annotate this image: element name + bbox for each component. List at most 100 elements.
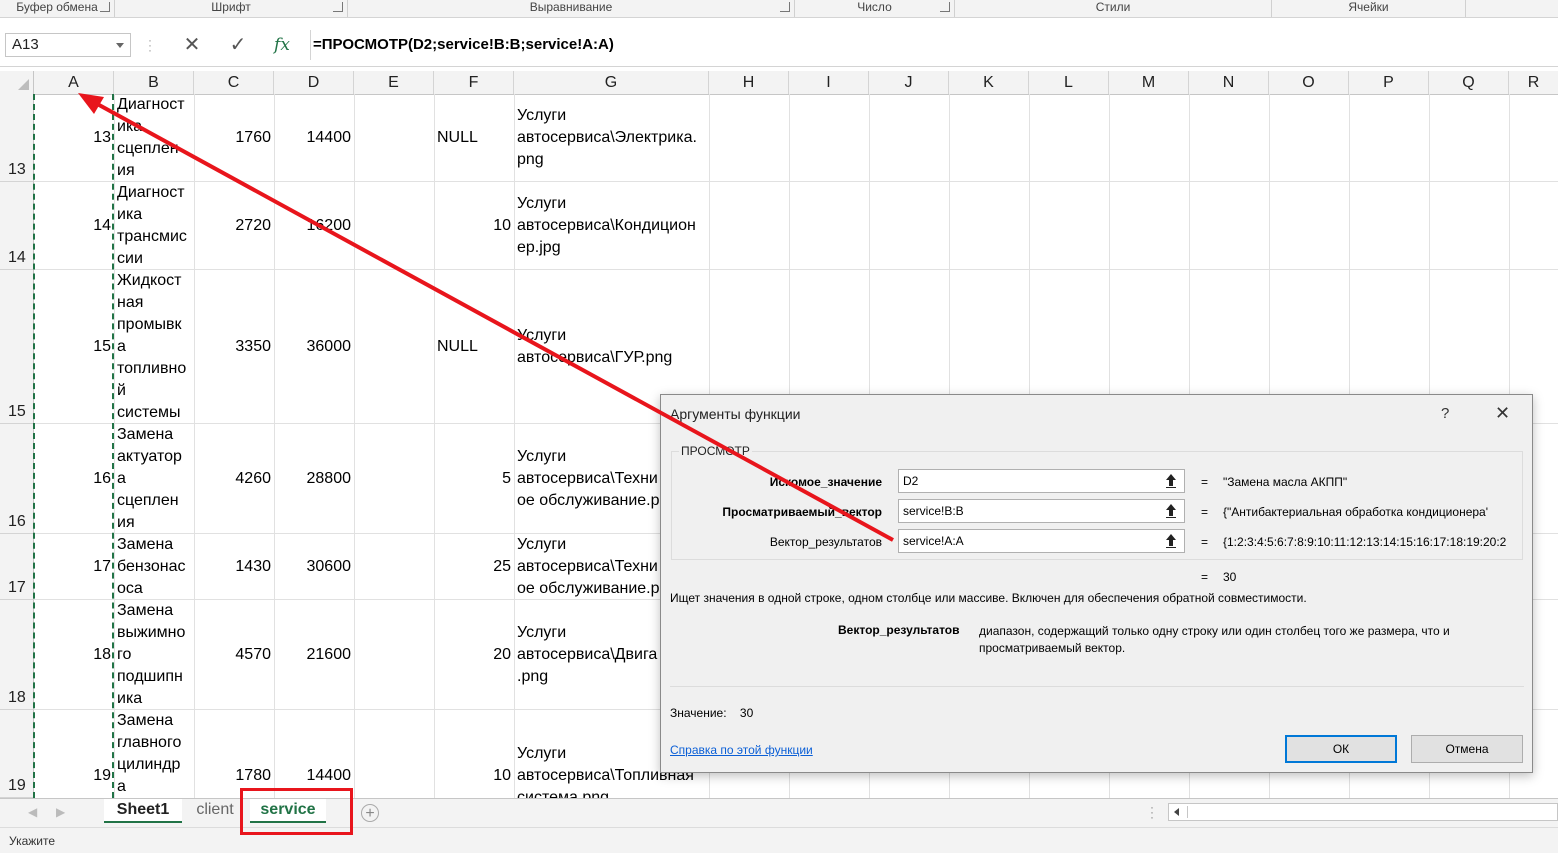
column-header[interactable]: D — [274, 71, 354, 94]
column-header[interactable]: K — [949, 71, 1029, 94]
close-icon[interactable]: ✕ — [1495, 403, 1510, 424]
tab-sheet1[interactable]: Sheet1 — [104, 799, 182, 823]
column-header[interactable]: E — [354, 71, 434, 94]
cell-c15[interactable]: 3350 — [194, 336, 274, 358]
cell-a18[interactable]: 18 — [34, 644, 114, 666]
row-header[interactable]: 19 — [0, 710, 34, 798]
column-header[interactable]: I — [789, 71, 869, 94]
cell-a13[interactable]: 13 — [34, 127, 114, 149]
column-header[interactable]: L — [1029, 71, 1109, 94]
cell-g15[interactable]: Услуги автосервиса\ГУР.png — [514, 325, 709, 369]
cell-c18[interactable]: 4570 — [194, 644, 274, 666]
ok-button[interactable]: ОК — [1285, 735, 1397, 763]
column-header[interactable]: A — [34, 71, 114, 94]
cell-g18[interactable]: Услуги автосервиса\Двига .png — [514, 622, 660, 688]
horizontal-scrollbar[interactable] — [1168, 803, 1558, 821]
row-header[interactable]: 18 — [0, 600, 34, 710]
cell-g16[interactable]: Услуги автосервиса\Техни ое обслуживание… — [514, 446, 660, 512]
column-header[interactable]: C — [194, 71, 274, 94]
select-all-button[interactable] — [0, 71, 34, 94]
arg-input-lookup-value[interactable]: D2 — [898, 469, 1174, 493]
row-header[interactable]: 13 — [0, 94, 34, 182]
column-header[interactable]: Q — [1429, 71, 1509, 94]
cell-b19[interactable]: Замена главного цилиндр а — [114, 710, 194, 798]
cell-b14[interactable]: Диагност ика трансмис сии — [114, 182, 194, 270]
dialog-launcher-icon[interactable] — [333, 2, 343, 12]
cell-a16[interactable]: 16 — [34, 468, 114, 490]
ref-collapse-button[interactable] — [1158, 529, 1185, 553]
cell-f14[interactable]: 10 — [434, 215, 514, 237]
tab-scroll-left-icon[interactable]: ◀ — [28, 805, 37, 819]
cell-b18[interactable]: Замена выжимно го подшипн ика — [114, 600, 194, 710]
dialog-launcher-icon[interactable] — [940, 2, 950, 12]
collapse-arrow-icon — [1166, 474, 1176, 488]
cell-f17[interactable]: 25 — [434, 556, 514, 578]
cell-f13[interactable]: NULL — [434, 127, 514, 149]
formula-input[interactable]: =ПРОСМОТР(D2;service!B:B;service!A:A) — [310, 30, 1558, 60]
cell-c17[interactable]: 1430 — [194, 556, 274, 578]
cell-d17[interactable]: 30600 — [274, 556, 354, 578]
column-header[interactable]: B — [114, 71, 194, 94]
grid-line — [34, 269, 1558, 270]
cell-f19[interactable]: 10 — [434, 765, 514, 787]
cancel-icon[interactable]: ✕ — [178, 32, 206, 58]
cell-b15[interactable]: Жидкост ная промывк а топливно й системы — [114, 270, 194, 424]
ref-collapse-button[interactable] — [1158, 469, 1185, 493]
cell-b13[interactable]: Диагност ика сцеплен ия — [114, 94, 194, 182]
cell-d13[interactable]: 14400 — [274, 127, 354, 149]
help-icon[interactable]: ? — [1441, 405, 1449, 422]
drag-handle-icon[interactable]: · · · — [148, 34, 152, 56]
cell-c14[interactable]: 2720 — [194, 215, 274, 237]
cell-c16[interactable]: 4260 — [194, 468, 274, 490]
column-header[interactable]: J — [869, 71, 949, 94]
cell-b16[interactable]: Замена актуатор а сцеплен ия — [114, 424, 194, 534]
help-link[interactable]: Справка по этой функции — [670, 743, 813, 757]
chevron-down-icon[interactable] — [116, 43, 124, 48]
cell-d18[interactable]: 21600 — [274, 644, 354, 666]
column-header[interactable]: R — [1509, 71, 1558, 94]
cell-a14[interactable]: 14 — [34, 215, 114, 237]
cell-b17[interactable]: Замена бензонас оса — [114, 534, 194, 600]
cancel-button[interactable]: Отмена — [1411, 735, 1523, 763]
enter-icon[interactable]: ✓ — [224, 32, 252, 58]
cell-d16[interactable]: 28800 — [274, 468, 354, 490]
column-header[interactable]: N — [1189, 71, 1269, 94]
cell-d15[interactable]: 36000 — [274, 336, 354, 358]
row-header[interactable]: 14 — [0, 182, 34, 270]
row-header[interactable]: 15 — [0, 270, 34, 424]
cell-c13[interactable]: 1760 — [194, 127, 274, 149]
column-header[interactable]: O — [1269, 71, 1349, 94]
cell-d14[interactable]: 16200 — [274, 215, 354, 237]
drag-handle-icon[interactable]: · · · — [1150, 801, 1154, 823]
arg-input-result-vector[interactable]: service!A:A — [898, 529, 1174, 553]
arg-input-lookup-vector[interactable]: service!B:B — [898, 499, 1174, 523]
ref-collapse-button[interactable] — [1158, 499, 1185, 523]
cell-g14[interactable]: Услуги автосервиса\Кондицион ер.jpg — [514, 193, 709, 259]
cell-f15[interactable]: NULL — [434, 336, 514, 358]
scroll-left-icon[interactable] — [1174, 808, 1179, 816]
cell-a17[interactable]: 17 — [34, 556, 114, 578]
row-header[interactable]: 17 — [0, 534, 34, 600]
tab-scroll-right-icon[interactable]: ▶ — [56, 805, 65, 819]
cell-g17[interactable]: Услуги автосервиса\Техни ое обслуживание… — [514, 534, 660, 600]
column-header[interactable]: P — [1349, 71, 1429, 94]
row-header[interactable]: 16 — [0, 424, 34, 534]
cell-f16[interactable]: 5 — [434, 468, 514, 490]
cell-f18[interactable]: 20 — [434, 644, 514, 666]
cell-g13[interactable]: Услуги автосервиса\Электрика. png — [514, 105, 709, 171]
dialog-launcher-icon[interactable] — [100, 2, 110, 12]
column-header[interactable]: M — [1109, 71, 1189, 94]
insert-function-icon[interactable]: fx — [268, 32, 296, 58]
cell-a15[interactable]: 15 — [34, 336, 114, 358]
cell-c19[interactable]: 1780 — [194, 765, 274, 787]
column-header[interactable]: H — [709, 71, 789, 94]
scrollbar-thumb[interactable] — [1187, 806, 1358, 818]
cell-a19[interactable]: 19 — [34, 765, 114, 787]
name-box[interactable]: A13 — [5, 33, 131, 57]
tab-client[interactable]: client — [188, 799, 242, 823]
column-header[interactable]: G — [514, 71, 709, 94]
column-header[interactable]: F — [434, 71, 514, 94]
dialog-launcher-icon[interactable] — [780, 2, 790, 12]
add-sheet-icon[interactable]: + — [361, 804, 379, 822]
cell-d19[interactable]: 14400 — [274, 765, 354, 787]
